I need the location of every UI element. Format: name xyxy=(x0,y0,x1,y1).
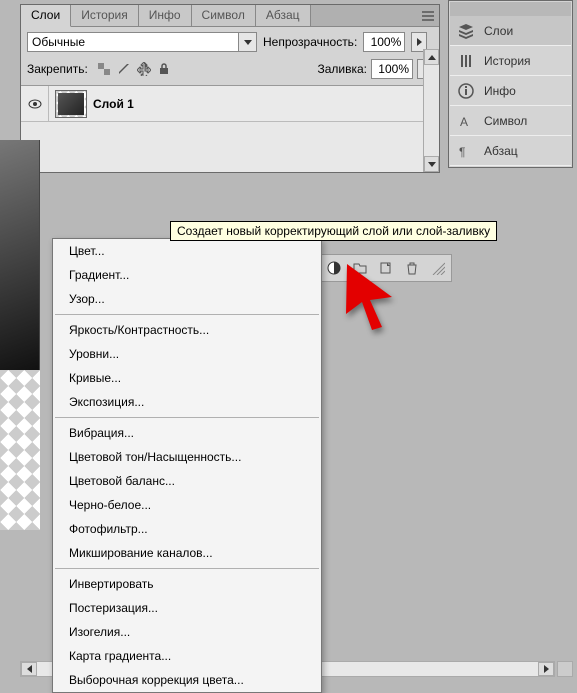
panel-group-collapsed: Слои История Инфо A Символ ¶ Абзац xyxy=(448,0,573,168)
svg-text:¶: ¶ xyxy=(459,145,465,159)
fill-value[interactable]: 100% xyxy=(371,59,413,79)
menu-item-curves[interactable]: Кривые... xyxy=(53,366,321,390)
panel-tab-paragraph[interactable]: ¶ Абзац xyxy=(450,136,571,166)
tab-symbol[interactable]: Символ xyxy=(192,5,256,26)
opacity-value[interactable]: 100% xyxy=(363,32,405,52)
layer-thumbnail[interactable] xyxy=(55,90,87,118)
fill-label: Заливка: xyxy=(317,62,367,76)
panel-grip[interactable] xyxy=(450,2,571,16)
eye-icon xyxy=(28,99,42,109)
menu-item-threshold[interactable]: Изогелия... xyxy=(53,620,321,644)
layer-name[interactable]: Слой 1 xyxy=(93,97,134,111)
menu-separator xyxy=(55,417,319,418)
svg-text:A: A xyxy=(460,115,468,129)
circle-half-icon xyxy=(327,261,341,275)
chevron-down-icon xyxy=(238,33,256,51)
menu-item-hue[interactable]: Цветовой тон/Насыщенность... xyxy=(53,445,321,469)
lock-options xyxy=(96,61,172,77)
scroll-left-button[interactable] xyxy=(21,662,37,676)
adjustment-layer-button[interactable] xyxy=(325,259,343,277)
panel-tab-symbol[interactable]: A Символ xyxy=(450,106,571,136)
info-icon xyxy=(458,83,474,99)
visibility-toggle[interactable] xyxy=(21,86,49,121)
menu-item-balance[interactable]: Цветовой баланс... xyxy=(53,469,321,493)
menu-item-invert[interactable]: Инвертировать xyxy=(53,572,321,596)
menu-item-brightness[interactable]: Яркость/Контрастность... xyxy=(53,318,321,342)
document-transparent-edge xyxy=(0,370,40,530)
lock-position-icon[interactable] xyxy=(136,61,152,77)
character-icon: A xyxy=(458,113,474,129)
lock-label: Закрепить: xyxy=(27,62,88,76)
menu-item-posterize[interactable]: Постеризация... xyxy=(53,596,321,620)
tab-history[interactable]: История xyxy=(71,5,139,26)
menu-item-exposure[interactable]: Экспозиция... xyxy=(53,390,321,414)
panel-menu-button[interactable] xyxy=(417,5,439,26)
lock-all-icon[interactable] xyxy=(156,61,172,77)
menu-separator xyxy=(55,314,319,315)
tab-paragraph[interactable]: Абзац xyxy=(256,5,311,26)
blend-mode-select[interactable]: Обычные xyxy=(27,32,257,52)
menu-item-levels[interactable]: Уровни... xyxy=(53,342,321,366)
delete-layer-button[interactable] xyxy=(403,259,421,277)
menu-item-pattern[interactable]: Узор... xyxy=(53,287,321,311)
document-image-edge xyxy=(0,140,40,370)
lock-transparency-icon[interactable] xyxy=(96,61,112,77)
trash-icon xyxy=(405,261,419,275)
panel-tab-label: Символ xyxy=(484,114,527,128)
menu-lines-icon xyxy=(422,11,434,21)
opacity-label: Непрозрачность: xyxy=(263,35,357,49)
menu-item-gradmap[interactable]: Карта градиента... xyxy=(53,644,321,668)
layer-list: Слой 1 xyxy=(21,85,439,172)
layer-row[interactable]: Слой 1 xyxy=(21,86,439,122)
menu-item-gradient[interactable]: Градиент... xyxy=(53,263,321,287)
tab-layers[interactable]: Слои xyxy=(21,5,71,27)
panel-tab-layers[interactable]: Слои xyxy=(450,16,571,46)
scroll-down-button[interactable] xyxy=(424,156,439,172)
paragraph-icon: ¶ xyxy=(458,143,474,159)
menu-item-color[interactable]: Цвет... xyxy=(53,239,321,263)
layers-panel: Слои История Инфо Символ Абзац Обычные Н… xyxy=(20,4,440,173)
menu-item-mixer[interactable]: Микширование каналов... xyxy=(53,541,321,565)
panel-tabs: Слои История Инфо Символ Абзац xyxy=(21,5,439,27)
menu-item-vibrance[interactable]: Вибрация... xyxy=(53,421,321,445)
panel-resize-grip[interactable] xyxy=(429,259,447,277)
panel-tab-label: Инфо xyxy=(484,84,516,98)
grip-icon xyxy=(431,261,445,275)
lock-pixels-icon[interactable] xyxy=(116,61,132,77)
panel-scrollbar[interactable] xyxy=(423,49,439,172)
panel-tab-label: Слои xyxy=(484,24,513,38)
scroll-right-button[interactable] xyxy=(538,662,554,676)
panel-tab-label: Абзац xyxy=(484,144,518,158)
window-resize-grip[interactable] xyxy=(557,661,573,677)
panel-tab-history[interactable]: История xyxy=(450,46,571,76)
menu-separator xyxy=(55,568,319,569)
history-icon xyxy=(458,53,474,69)
menu-item-photofilter[interactable]: Фотофильтр... xyxy=(53,517,321,541)
menu-item-selective[interactable]: Выборочная коррекция цвета... xyxy=(53,668,321,692)
scroll-up-button[interactable] xyxy=(424,49,439,65)
annotation-arrow-cursor xyxy=(342,262,402,335)
blend-mode-value: Обычные xyxy=(32,35,85,49)
menu-item-bw[interactable]: Черно-белое... xyxy=(53,493,321,517)
panel-tab-label: История xyxy=(484,54,531,68)
layers-icon xyxy=(458,23,474,39)
adjustment-layer-menu: Цвет... Градиент... Узор... Яркость/Конт… xyxy=(52,238,322,693)
tab-info[interactable]: Инфо xyxy=(139,5,192,26)
panel-tab-info[interactable]: Инфо xyxy=(450,76,571,106)
tooltip: Создает новый корректирующий слой или сл… xyxy=(170,221,497,241)
